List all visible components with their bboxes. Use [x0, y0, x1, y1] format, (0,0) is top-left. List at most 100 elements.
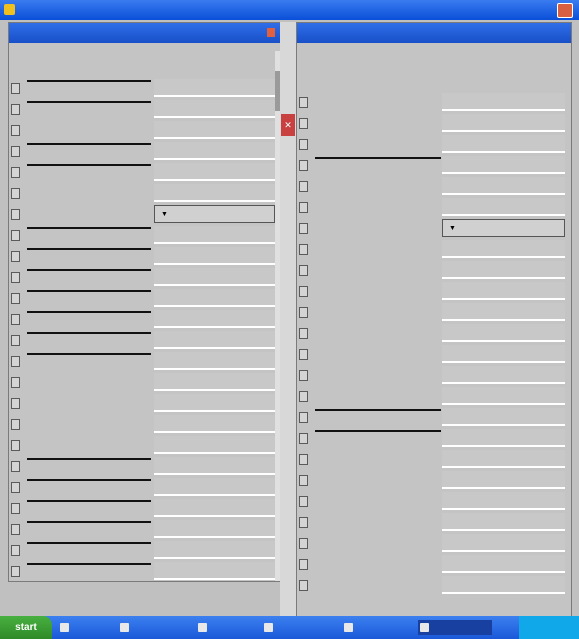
property-value-field[interactable]: [442, 387, 565, 405]
splitter[interactable]: ✕: [280, 22, 296, 616]
row-handle-icon[interactable]: [11, 461, 20, 472]
property-value-field[interactable]: [442, 576, 565, 594]
row-handle-icon[interactable]: [11, 293, 20, 304]
row-handle-icon[interactable]: [11, 230, 20, 241]
row-handle-icon[interactable]: [11, 209, 20, 220]
property-value-field[interactable]: [154, 520, 275, 538]
property-value-field[interactable]: [442, 282, 565, 300]
property-value-field[interactable]: [442, 555, 565, 573]
row-handle-icon[interactable]: [299, 580, 308, 591]
property-value-field[interactable]: [442, 345, 565, 363]
row-handle-icon[interactable]: [299, 559, 308, 570]
property-value-field[interactable]: [154, 478, 275, 496]
property-value-field[interactable]: [154, 247, 275, 265]
property-value-field[interactable]: [154, 499, 275, 517]
property-value-field[interactable]: [442, 114, 565, 132]
property-value-field[interactable]: [154, 436, 275, 454]
property-value-field[interactable]: [154, 310, 275, 328]
property-value-field[interactable]: [442, 450, 565, 468]
row-handle-icon[interactable]: [11, 566, 20, 577]
row-handle-icon[interactable]: [11, 251, 20, 262]
property-value-field[interactable]: [154, 562, 275, 580]
chevron-down-icon[interactable]: ▼: [449, 225, 561, 232]
row-handle-icon[interactable]: [299, 181, 308, 192]
property-value-field[interactable]: [442, 261, 565, 279]
row-handle-icon[interactable]: [299, 433, 308, 444]
property-value-field[interactable]: [442, 429, 565, 447]
row-handle-icon[interactable]: [11, 83, 20, 94]
close-icon[interactable]: ✕: [281, 114, 295, 136]
property-value-field[interactable]: [154, 415, 275, 433]
taskbar-item[interactable]: [118, 620, 192, 635]
row-handle-icon[interactable]: [299, 265, 308, 276]
property-value-field[interactable]: [442, 513, 565, 531]
row-handle-icon[interactable]: [299, 517, 308, 528]
row-handle-icon[interactable]: [299, 223, 308, 234]
row-handle-icon[interactable]: [11, 440, 20, 451]
chevron-down-icon[interactable]: ▼: [161, 211, 271, 218]
property-value-field[interactable]: [154, 373, 275, 391]
row-handle-icon[interactable]: [11, 125, 20, 136]
row-handle-icon[interactable]: [299, 454, 308, 465]
row-handle-icon[interactable]: [299, 496, 308, 507]
taskbar-item[interactable]: [196, 620, 266, 635]
property-value-field[interactable]: [442, 240, 565, 258]
row-handle-icon[interactable]: [11, 167, 20, 178]
property-value-field[interactable]: [442, 366, 565, 384]
property-value-field[interactable]: [442, 93, 565, 111]
row-handle-icon[interactable]: [299, 286, 308, 297]
property-value-field[interactable]: [154, 352, 275, 370]
taskbar-item[interactable]: [58, 620, 122, 635]
row-handle-icon[interactable]: [11, 272, 20, 283]
property-value-field[interactable]: [154, 184, 275, 202]
row-handle-icon[interactable]: [299, 307, 308, 318]
row-handle-icon[interactable]: [299, 160, 308, 171]
row-handle-icon[interactable]: [299, 139, 308, 150]
row-handle-icon[interactable]: [11, 146, 20, 157]
row-handle-icon[interactable]: [299, 97, 308, 108]
property-value-field[interactable]: [154, 541, 275, 559]
row-handle-icon[interactable]: [299, 349, 308, 360]
row-handle-icon[interactable]: [11, 104, 20, 115]
row-handle-icon[interactable]: [299, 244, 308, 255]
property-value-field[interactable]: [442, 198, 565, 216]
start-button[interactable]: start: [0, 616, 52, 639]
property-value-field[interactable]: [442, 408, 565, 426]
property-value-field[interactable]: [154, 142, 275, 160]
row-handle-icon[interactable]: [11, 419, 20, 430]
row-handle-icon[interactable]: [11, 377, 20, 388]
property-value-field[interactable]: [154, 394, 275, 412]
row-handle-icon[interactable]: [11, 335, 20, 346]
property-value-field[interactable]: [442, 324, 565, 342]
property-value-field[interactable]: [154, 457, 275, 475]
property-value-field[interactable]: [442, 471, 565, 489]
property-value-field[interactable]: [442, 303, 565, 321]
row-handle-icon[interactable]: [11, 398, 20, 409]
property-value-field[interactable]: [154, 100, 275, 118]
row-handle-icon[interactable]: [11, 503, 20, 514]
property-select[interactable]: ▼: [154, 205, 275, 223]
row-handle-icon[interactable]: [11, 314, 20, 325]
row-handle-icon[interactable]: [11, 545, 20, 556]
left-panel-close-button[interactable]: [267, 28, 275, 37]
row-handle-icon[interactable]: [299, 370, 308, 381]
property-value-field[interactable]: [154, 79, 275, 97]
taskbar-item[interactable]: [342, 620, 416, 635]
taskbar-item[interactable]: [262, 620, 342, 635]
row-handle-icon[interactable]: [11, 188, 20, 199]
property-value-field[interactable]: [154, 289, 275, 307]
row-handle-icon[interactable]: [299, 328, 308, 339]
property-value-field[interactable]: [154, 268, 275, 286]
row-handle-icon[interactable]: [299, 391, 308, 402]
property-value-field[interactable]: [154, 331, 275, 349]
row-handle-icon[interactable]: [299, 412, 308, 423]
row-handle-icon[interactable]: [11, 524, 20, 535]
row-handle-icon[interactable]: [299, 202, 308, 213]
property-value-field[interactable]: [442, 492, 565, 510]
row-handle-icon[interactable]: [11, 356, 20, 367]
row-handle-icon[interactable]: [299, 538, 308, 549]
property-value-field[interactable]: [154, 226, 275, 244]
property-value-field[interactable]: [442, 156, 565, 174]
property-value-field[interactable]: [442, 135, 565, 153]
property-value-field[interactable]: [442, 534, 565, 552]
